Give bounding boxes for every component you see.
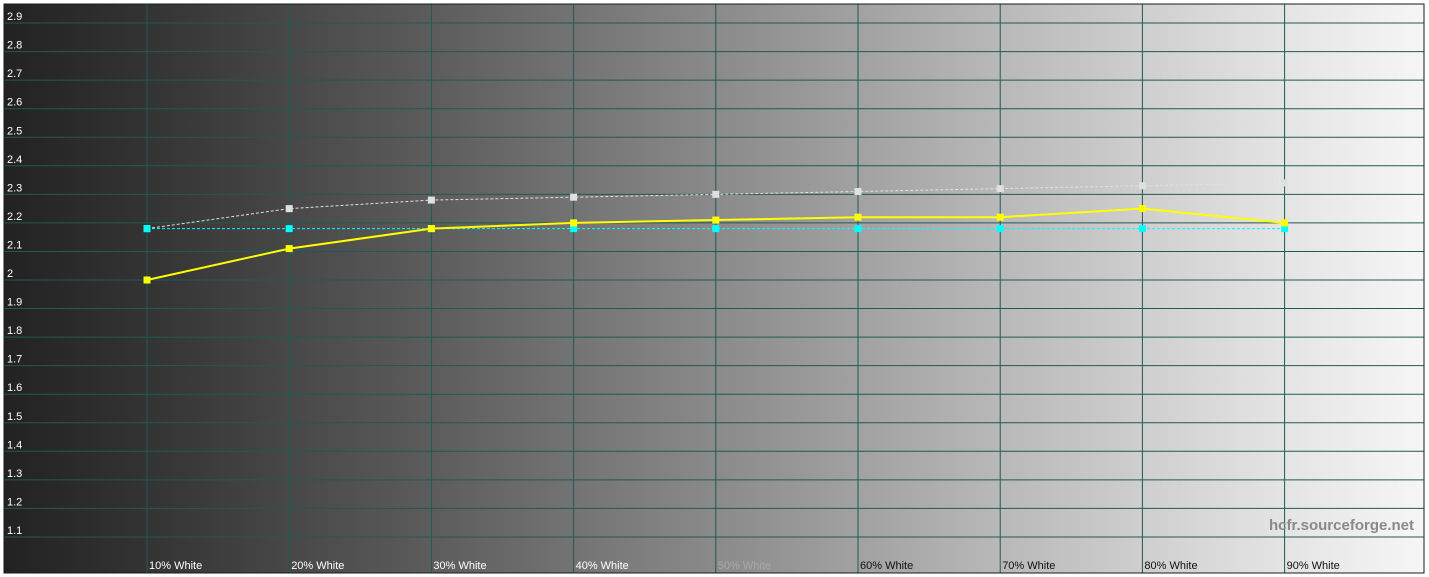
x-tick-label: 70% White [1002,560,1055,572]
chart-svg: 2.9 2.8 2.7 2.6 2.5 2.4 2.3 2.2 2.1 2 1.9 1.8 1.7 1.6… [0,0,1429,577]
data-point-s1-1 [285,225,293,233]
y-tick-label: 1.9 [7,297,22,309]
data-point-s0-7 [1138,205,1146,213]
plot-background [4,4,1424,573]
data-point-s1-0 [143,225,151,233]
data-point-s0-6 [996,213,1004,221]
data-point-s1-5 [854,225,862,233]
data-point-s2-1 [285,205,293,213]
y-tick-label: 2.5 [7,125,22,137]
x-tick-label: 50% White [718,560,771,572]
y-tick-label: 2.6 [7,97,22,109]
y-tick-label: 1.8 [7,325,22,337]
data-point-s1-4 [712,225,720,233]
y-tick-label: 1.2 [7,496,22,508]
y-tick-label: 2.7 [7,68,22,80]
y-tick-label: 1.4 [7,439,22,451]
data-point-s2-3 [570,193,578,201]
data-point-s0-2 [427,225,435,233]
data-point-s1-6 [996,225,1004,233]
y-tick-label: 1.5 [7,411,22,423]
x-tick-label: 90% White [1287,560,1340,572]
y-tick-label: 2.4 [7,154,22,166]
data-point-s2-5 [854,187,862,195]
data-point-s2-7 [1138,182,1146,190]
y-tick-label: 1.7 [7,354,22,366]
data-point-s0-8 [1281,219,1289,227]
y-tick-label: 1.3 [7,468,22,480]
y-tick-label: 2 [7,268,13,280]
y-tick-label: 1.6 [7,382,22,394]
data-point-s1-7 [1138,225,1146,233]
watermark: hcfr.sourceforge.net [1269,517,1414,534]
data-point-s0-0 [143,276,151,284]
x-tick-label: 10% White [149,560,202,572]
y-tick-label: 2.8 [7,40,22,52]
y-tick-label: 2.2 [7,211,22,223]
x-tick-label: 80% White [1144,560,1197,572]
data-point-s0-4 [712,216,720,224]
x-tick-label: 60% White [860,560,913,572]
x-tick-label: 20% White [291,560,344,572]
data-point-s0-1 [285,245,293,253]
data-point-s2-2 [427,196,435,204]
x-tick-labels: 10% White 20% White 30% White 40% White 50% … [149,560,1340,572]
data-point-s0-5 [854,213,862,221]
y-tick-label: 2.9 [7,11,22,23]
data-point-s0-3 [570,219,578,227]
x-tick-label: 30% White [433,560,486,572]
data-point-s2-4 [712,190,720,198]
y-tick-label: 2.3 [7,182,22,194]
gamma-chart: 2.9 2.8 2.7 2.6 2.5 2.4 2.3 2.2 2.1 2 1.9 1.8 1.7 1.6… [0,0,1429,577]
x-tick-label: 40% White [576,560,629,572]
data-point-s2-6 [996,185,1004,193]
data-point-s2-8 [1281,179,1289,187]
y-tick-label: 1.1 [7,525,22,537]
y-tick-label: 2.1 [7,239,22,251]
